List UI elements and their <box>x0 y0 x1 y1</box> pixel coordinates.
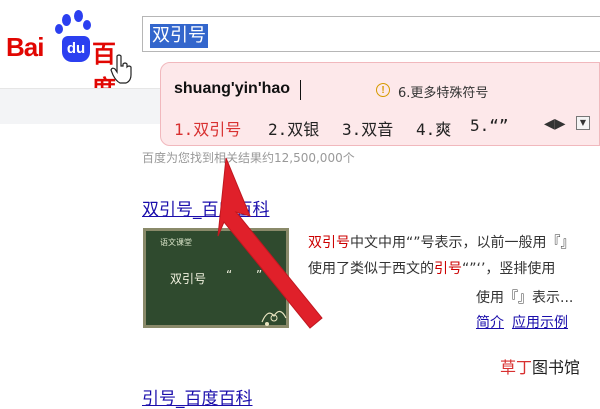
ime-candidate-3[interactable]: 3.双音 <box>342 116 393 140</box>
search-query-text[interactable]: 双引号 <box>150 24 208 48</box>
result-count: 百度为您找到相关结果约12,500,000个 <box>142 151 355 165</box>
ime-candidate-1[interactable]: 1.双引号 <box>174 116 241 140</box>
logo-text-du: du <box>62 36 90 62</box>
logo-text-bai: Bai <box>6 32 44 62</box>
header-band <box>0 88 160 124</box>
snippet-text: 使用了类似于西文的 <box>308 261 434 277</box>
ime-pinyin-input: shuang'yin'hao <box>174 80 291 97</box>
snippet-highlight: 引号 <box>434 261 462 277</box>
result-title-2[interactable]: 引号_百度百科 <box>142 384 253 409</box>
sublink-intro[interactable]: 简介 <box>476 315 504 331</box>
result-sublinks: 简介 应用示例 <box>476 312 576 332</box>
ime-page-arrows-icon[interactable]: ◀▶ <box>544 116 566 132</box>
ornament-icon <box>261 310 287 326</box>
text-caret <box>300 80 301 100</box>
result-snippet-line-2: 使用了类似于西文的引号“”‘’，竖排使用 <box>308 258 555 278</box>
ime-candidate-4[interactable]: 4.爽 <box>416 116 451 140</box>
ime-menu-dropdown-icon[interactable]: ▼ <box>576 116 590 130</box>
search-input[interactable] <box>142 16 600 52</box>
watermark-text: 图书馆 <box>532 358 581 377</box>
thumb-quotes-text: “ ” <box>226 268 273 282</box>
ime-candidate-2[interactable]: 2.双银 <box>268 116 319 140</box>
sublink-examples[interactable]: 应用示例 <box>512 315 568 331</box>
snippet-text: “”‘’，竖排使用 <box>462 261 556 277</box>
ime-hint-text[interactable]: 6.更多特殊符号 <box>398 82 488 101</box>
divider <box>0 88 160 89</box>
result-title-1[interactable]: 双引号_百度百科 <box>142 195 270 220</box>
result-snippet-line-3: 使用『』表示... <box>476 290 574 306</box>
result-snippet-line-1: 双引号中文中用“”号表示，以前一般用『』 <box>308 232 575 252</box>
thumb-title-text: 双引号 <box>170 272 207 286</box>
hand-cursor-icon <box>110 54 132 84</box>
snippet-highlight: 双引号 <box>308 235 350 251</box>
ime-candidate-5[interactable]: 5.“” <box>470 116 509 135</box>
info-icon: ! <box>376 83 390 97</box>
snippet-text: 中文中用“”号表示，以前一般用『』 <box>350 235 575 251</box>
watermark: 草丁图书馆 <box>500 354 580 378</box>
watermark-red-text: 草丁 <box>500 358 533 377</box>
thumb-header-text: 语文课堂 <box>160 238 192 247</box>
